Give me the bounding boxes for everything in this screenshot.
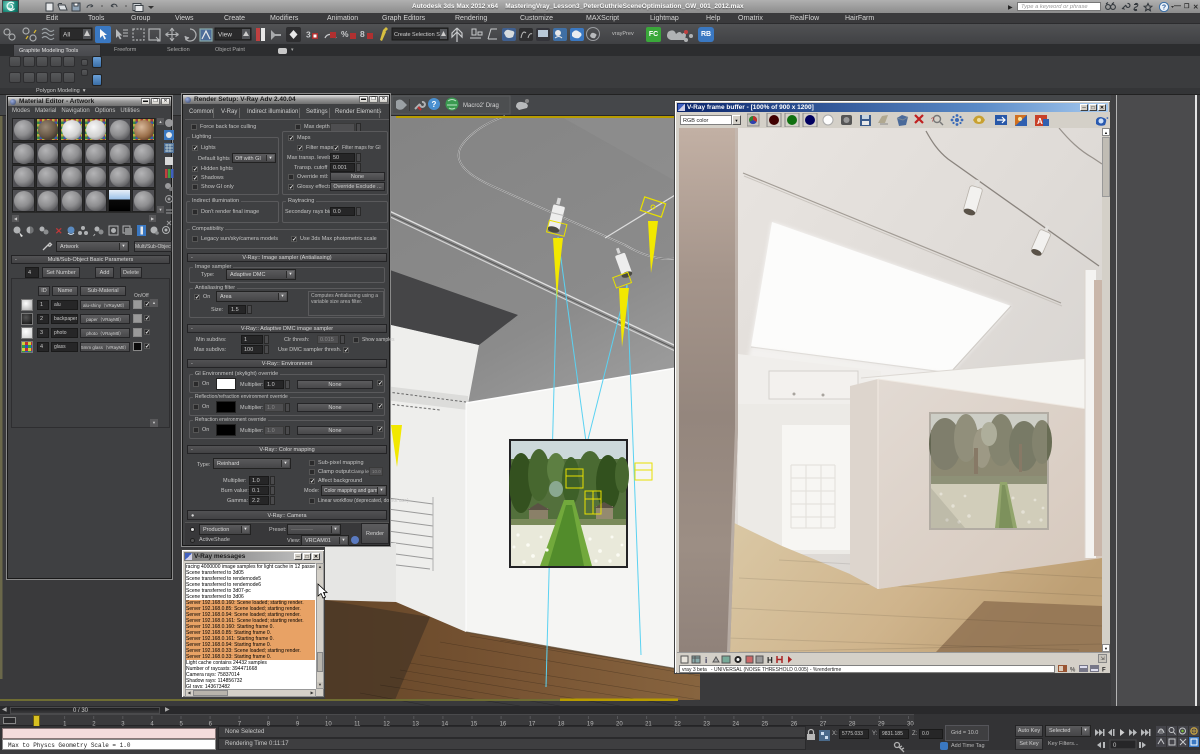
svg-text:Create Selection Se: Create Selection Se bbox=[394, 32, 443, 38]
svg-text:8: 8 bbox=[360, 29, 365, 39]
svg-text:?: ? bbox=[1162, 4, 1166, 11]
svg-text:%: % bbox=[341, 29, 349, 39]
svg-text:All: All bbox=[63, 32, 71, 39]
svg-text:%: % bbox=[1070, 668, 1076, 674]
svg-text:H: H bbox=[767, 656, 773, 665]
svg-text:Macro2' Drag: Macro2' Drag bbox=[463, 103, 499, 109]
svg-text:View: View bbox=[218, 32, 232, 39]
svg-text:F: F bbox=[1102, 668, 1106, 674]
svg-text:✕: ✕ bbox=[55, 226, 63, 236]
svg-text:i: i bbox=[705, 656, 707, 665]
svg-text:3: 3 bbox=[306, 30, 311, 40]
svg-text:?: ? bbox=[432, 100, 437, 109]
svg-text:A: A bbox=[1037, 117, 1043, 126]
